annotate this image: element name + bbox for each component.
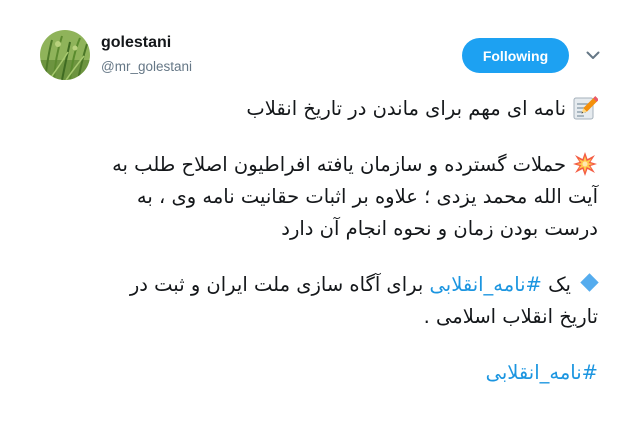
tweet-text: نامه ای مهم برای ماندن در تاریخ انقلاب ح…	[28, 93, 599, 389]
small-blue-diamond-icon	[580, 273, 599, 292]
memo-icon	[572, 95, 599, 121]
chevron-down-icon[interactable]	[583, 47, 603, 63]
following-button[interactable]: Following	[462, 38, 569, 73]
tweet-para3-line-2: تاریخ انقلاب اسلامی .	[423, 305, 598, 328]
tweet-line-1: نامه ای مهم برای ماندن در تاریخ انقلاب	[28, 93, 599, 125]
author-handle[interactable]: @mr_golestani	[101, 59, 192, 74]
tweet-para2-line-2: آیت الله محمد یزدی ؛ علاوه بر اثبات حقان…	[136, 185, 598, 208]
tweet-para2-line-3: درست بودن زمان و نحوه انجام آن دارد	[281, 217, 598, 240]
avatar[interactable]	[40, 30, 90, 80]
hashtag-link[interactable]: #نامه_انقلابی	[430, 273, 542, 296]
collision-icon	[572, 151, 598, 177]
hashtag-link[interactable]: #نامه_انقلابی	[486, 361, 598, 384]
tweet-final-hashtag-line: #نامه_انقلابی	[28, 357, 598, 389]
tweet-card: golestani @mr_golestani Following نامه ا…	[0, 0, 640, 425]
tweet-para2-line-1: حملات گسترده و سازمان یافته افراطیون اصل…	[28, 149, 598, 181]
tweet-para3-line-1: یک #نامه_انقلابی برای آگاه سازی ملت ایرا…	[28, 269, 599, 301]
author-display-name[interactable]: golestani	[101, 34, 171, 52]
